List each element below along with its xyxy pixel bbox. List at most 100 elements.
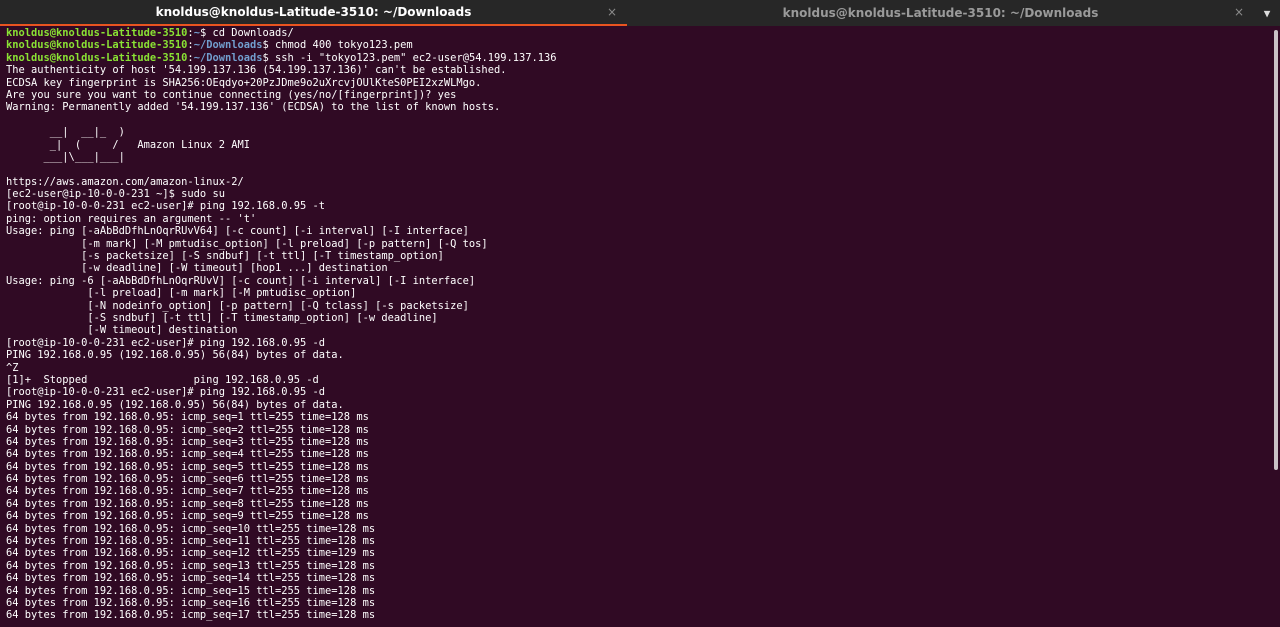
terminal-line: [ec2-user@ip-10-0-0-231 ~]$ sudo su — [6, 188, 1270, 200]
line-text: 64 bytes from 192.168.0.95: icmp_seq=3 t… — [6, 435, 369, 448]
scrollbar-thumb[interactable] — [1274, 30, 1278, 470]
line-text: 64 bytes from 192.168.0.95: icmp_seq=4 t… — [6, 448, 369, 461]
terminal-line: 64 bytes from 192.168.0.95: icmp_seq=16 … — [6, 597, 1270, 609]
line-text: [-m mark] [-M pmtudisc_option] [-l prelo… — [6, 237, 488, 250]
prompt-user: knoldus@knoldus-Latitude-3510 — [6, 27, 188, 39]
line-text: Are you sure you want to continue connec… — [6, 88, 457, 101]
line-text: 64 bytes from 192.168.0.95: icmp_seq=2 t… — [6, 423, 369, 436]
tab-terminal-1[interactable]: knoldus@knoldus-Latitude-3510: ~/Downloa… — [0, 0, 627, 26]
terminal-line: 64 bytes from 192.168.0.95: icmp_seq=3 t… — [6, 436, 1270, 448]
line-text: 64 bytes from 192.168.0.95: icmp_seq=8 t… — [6, 497, 369, 510]
line-text: PING 192.168.0.95 (192.168.0.95) 56(84) … — [6, 349, 344, 362]
line-text: 64 bytes from 192.168.0.95: icmp_seq=14 … — [6, 572, 376, 585]
terminal-line: 64 bytes from 192.168.0.95: icmp_seq=4 t… — [6, 448, 1270, 460]
line-text: 64 bytes from 192.168.0.95: icmp_seq=13 … — [6, 559, 376, 572]
terminal-line: [1]+ Stopped ping 192.168.0.95 -d — [6, 374, 1270, 386]
terminal-line: 64 bytes from 192.168.0.95: icmp_seq=13 … — [6, 560, 1270, 572]
line-text: [ec2-user@ip-10-0-0-231 ~]$ sudo su — [6, 188, 225, 201]
line-text: 64 bytes from 192.168.0.95: icmp_seq=9 t… — [6, 510, 369, 523]
terminal-line: 64 bytes from 192.168.0.95: icmp_seq=8 t… — [6, 498, 1270, 510]
line-text: https://aws.amazon.com/amazon-linux-2/ — [6, 175, 244, 188]
line-text: [-S sndbuf] [-t ttl] [-T timestamp_optio… — [6, 311, 438, 324]
terminal-line: [-m mark] [-M pmtudisc_option] [-l prelo… — [6, 238, 1270, 250]
terminal-line: _| ( / Amazon Linux 2 AMI — [6, 139, 1270, 151]
terminal-line: [root@ip-10-0-0-231 ec2-user]# ping 192.… — [6, 200, 1270, 212]
tab-terminal-2[interactable]: knoldus@knoldus-Latitude-3510: ~/Downloa… — [627, 0, 1254, 26]
terminal-line: Warning: Permanently added '54.199.137.1… — [6, 101, 1270, 113]
line-text: 64 bytes from 192.168.0.95: icmp_seq=7 t… — [6, 485, 369, 498]
line-text: 64 bytes from 192.168.0.95: icmp_seq=11 … — [6, 535, 376, 548]
terminal-line: The authenticity of host '54.199.137.136… — [6, 64, 1270, 76]
line-text: [root@ip-10-0-0-231 ec2-user]# ping 192.… — [6, 386, 326, 399]
prompt-user: knoldus@knoldus-Latitude-3510 — [6, 39, 188, 52]
line-text: _| ( / Amazon Linux 2 AMI — [6, 138, 250, 151]
close-icon[interactable]: × — [607, 5, 617, 19]
terminal-line: 64 bytes from 192.168.0.95: icmp_seq=12 … — [6, 547, 1270, 559]
line-text: PING 192.168.0.95 (192.168.0.95) 56(84) … — [6, 398, 344, 411]
line-text: $ ssh -i "tokyo123.pem" ec2-user@54.199.… — [262, 51, 557, 64]
terminal-line: ECDSA key fingerprint is SHA256:OEqdyo+2… — [6, 77, 1270, 89]
line-text: [-N nodeinfo_option] [-p pattern] [-Q tc… — [6, 299, 469, 312]
line-text: Usage: ping [-aAbBdDfhLnOqrRUvV64] [-c c… — [6, 225, 469, 238]
terminal-line: ping: option requires an argument -- 't' — [6, 213, 1270, 225]
line-text: $ cd Downloads/ — [199, 27, 294, 39]
line-text: 64 bytes from 192.168.0.95: icmp_seq=6 t… — [6, 473, 369, 486]
terminal-line: 64 bytes from 192.168.0.95: icmp_seq=2 t… — [6, 424, 1270, 436]
line-text: [-W timeout] destination — [6, 324, 238, 337]
terminal-line: [root@ip-10-0-0-231 ec2-user]# ping 192.… — [6, 386, 1270, 398]
line-text: 64 bytes from 192.168.0.95: icmp_seq=5 t… — [6, 460, 369, 473]
line-text: [-w deadline] [-W timeout] [hop1 ...] de… — [6, 262, 388, 275]
line-text: 64 bytes from 192.168.0.95: icmp_seq=12 … — [6, 547, 376, 560]
terminal-line: Are you sure you want to continue connec… — [6, 89, 1270, 101]
terminal-line: 64 bytes from 192.168.0.95: icmp_seq=17 … — [6, 609, 1270, 621]
terminal-line: ___|\___|___| — [6, 151, 1270, 163]
tab-title: knoldus@knoldus-Latitude-3510: ~/Downloa… — [782, 6, 1099, 20]
terminal-line: ^Z — [6, 362, 1270, 374]
scrollbar[interactable] — [1272, 26, 1280, 627]
prompt-user: knoldus@knoldus-Latitude-3510 — [6, 51, 188, 64]
line-text: 64 bytes from 192.168.0.95: icmp_seq=16 … — [6, 596, 376, 609]
line-text: [root@ip-10-0-0-231 ec2-user]# ping 192.… — [6, 336, 326, 349]
terminal-line: [-S sndbuf] [-t ttl] [-T timestamp_optio… — [6, 312, 1270, 324]
line-text: ^Z — [6, 361, 19, 374]
prompt-path: ~/Downloads — [193, 39, 263, 52]
terminal-line: 64 bytes from 192.168.0.95: icmp_seq=9 t… — [6, 510, 1270, 522]
line-text: ECDSA key fingerprint is SHA256:OEqdyo+2… — [6, 76, 482, 89]
terminal-line: 64 bytes from 192.168.0.95: icmp_seq=1 t… — [6, 411, 1270, 423]
tab-menu-chevron-down-icon[interactable]: ▼ — [1254, 0, 1280, 26]
line-text: __| __|_ ) — [6, 126, 125, 139]
terminal-line: knoldus@knoldus-Latitude-3510:~/Download… — [6, 39, 1270, 51]
line-text: [root@ip-10-0-0-231 ec2-user]# ping 192.… — [6, 200, 326, 213]
line-text: 64 bytes from 192.168.0.95: icmp_seq=1 t… — [6, 411, 369, 424]
line-text: 64 bytes from 192.168.0.95: icmp_seq=17 … — [6, 609, 376, 622]
line-text: The authenticity of host '54.199.137.136… — [6, 64, 507, 77]
line-text: [1]+ Stopped ping 192.168.0.95 -d — [6, 373, 319, 386]
terminal-line: Usage: ping [-aAbBdDfhLnOqrRUvV64] [-c c… — [6, 225, 1270, 237]
line-text: ping: option requires an argument -- 't' — [6, 212, 257, 225]
terminal-line: PING 192.168.0.95 (192.168.0.95) 56(84) … — [6, 349, 1270, 361]
line-text: [-l preload] [-m mark] [-M pmtudisc_opti… — [6, 287, 357, 300]
terminal-output[interactable]: knoldus@knoldus-Latitude-3510:~$ cd Down… — [0, 26, 1270, 627]
terminal-line: 64 bytes from 192.168.0.95: icmp_seq=10 … — [6, 523, 1270, 535]
terminal-line: 64 bytes from 192.168.0.95: icmp_seq=6 t… — [6, 473, 1270, 485]
terminal-line: 64 bytes from 192.168.0.95: icmp_seq=7 t… — [6, 485, 1270, 497]
line-text: Warning: Permanently added '54.199.137.1… — [6, 101, 501, 114]
prompt-path: ~/Downloads — [193, 51, 263, 64]
terminal-line: 64 bytes from 192.168.0.95: icmp_seq=11 … — [6, 535, 1270, 547]
terminal-line: Usage: ping -6 [-aAbBdDfhLnOqrRUvV] [-c … — [6, 275, 1270, 287]
terminal-line: [-w deadline] [-W timeout] [hop1 ...] de… — [6, 262, 1270, 274]
close-icon[interactable]: × — [1234, 5, 1244, 19]
line-text: $ chmod 400 tokyo123.pem — [262, 39, 413, 52]
terminal-line: [-W timeout] destination — [6, 324, 1270, 336]
terminal-line: knoldus@knoldus-Latitude-3510:~/Download… — [6, 52, 1270, 64]
line-text: [-s packetsize] [-S sndbuf] [-t ttl] [-T… — [6, 250, 444, 263]
terminal-line: 64 bytes from 192.168.0.95: icmp_seq=14 … — [6, 572, 1270, 584]
terminal-line: 64 bytes from 192.168.0.95: icmp_seq=15 … — [6, 585, 1270, 597]
terminal-line: PING 192.168.0.95 (192.168.0.95) 56(84) … — [6, 399, 1270, 411]
terminal-line: knoldus@knoldus-Latitude-3510:~$ cd Down… — [6, 27, 1270, 39]
terminal-line: [-s packetsize] [-S sndbuf] [-t ttl] [-T… — [6, 250, 1270, 262]
line-text: 64 bytes from 192.168.0.95: icmp_seq=15 … — [6, 584, 376, 597]
terminal-line: [-N nodeinfo_option] [-p pattern] [-Q tc… — [6, 300, 1270, 312]
